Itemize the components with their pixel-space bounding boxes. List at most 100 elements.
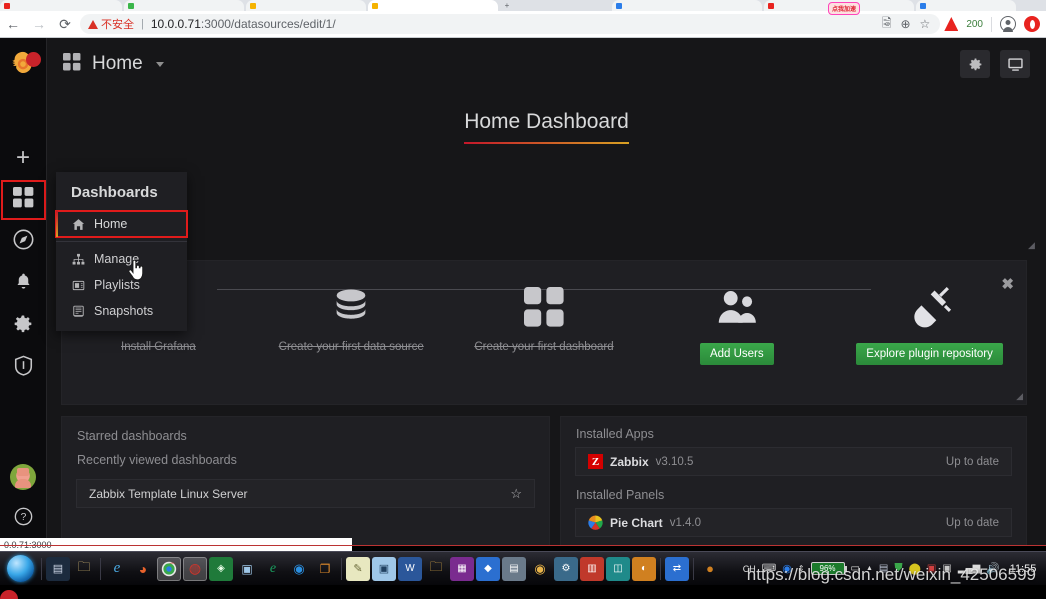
- sidebar-item-create[interactable]: +: [0, 137, 47, 179]
- menu-item-label: Home: [94, 217, 128, 231]
- explore-plugin-repository-button[interactable]: Explore plugin repository: [856, 343, 1003, 365]
- menu-divider: [56, 241, 187, 242]
- warning-triangle-icon: [88, 19, 98, 29]
- promo-bubble[interactable]: 点我加速: [828, 2, 861, 15]
- browser-tabstrip[interactable]: +: [0, 0, 1046, 11]
- step-label: Install Grafana: [121, 341, 196, 353]
- star-icon[interactable]: ☆: [510, 486, 522, 502]
- bookmark-icon[interactable]: ☆: [920, 17, 931, 31]
- chevron-down-icon[interactable]: [155, 61, 164, 67]
- playlist-icon: [71, 279, 85, 292]
- omnibox-divider: |: [141, 18, 144, 30]
- sidebar-item-help[interactable]: ?: [0, 498, 47, 540]
- snapshot-icon: [71, 305, 85, 318]
- browser-tab[interactable]: [246, 0, 366, 11]
- bell-icon: [14, 272, 33, 296]
- tab-favicon-icon: [250, 2, 256, 9]
- dashboard-icon: [523, 279, 564, 335]
- list-item[interactable]: Zabbix Template Linux Server ☆: [76, 479, 535, 508]
- sidebar-item-configuration[interactable]: [0, 305, 47, 347]
- page-title-wrap: Home Dashboard: [47, 110, 1046, 144]
- menu-item-manage[interactable]: Manage: [56, 246, 187, 272]
- getting-started-step[interactable]: Add Users: [640, 279, 833, 365]
- browser-tab-active[interactable]: [368, 0, 498, 11]
- zabbix-logo-icon: Z: [588, 454, 603, 469]
- browser-tab[interactable]: [612, 0, 762, 11]
- users-icon: [715, 279, 759, 335]
- address-bar[interactable]: 不安全 | 10.0.0.71:3000/datasources/edit/1/…: [80, 14, 941, 35]
- tab-favicon-icon: [128, 2, 134, 9]
- sidebar-item-server-admin[interactable]: [0, 347, 47, 389]
- grid-icon: [63, 52, 81, 76]
- dashboard-list-panel: Starred dashboards Recently viewed dashb…: [61, 416, 550, 546]
- add-users-button[interactable]: Add Users: [699, 343, 774, 365]
- browser-tab[interactable]: [916, 0, 1016, 11]
- shield-icon: [14, 355, 33, 381]
- screen-bottom-fill: [0, 585, 1046, 599]
- forward-button[interactable]: →: [26, 11, 52, 37]
- grafana-app: + ? Home Home Dashboard ✖ Install Grafan…: [0, 38, 1046, 546]
- plugin-version: v1.4.0: [669, 516, 702, 529]
- pie-chart-logo-icon: [588, 515, 603, 530]
- security-warning[interactable]: 不安全: [88, 16, 134, 32]
- sitemap-icon: [71, 253, 85, 266]
- sidebar-user-avatar[interactable]: [0, 456, 47, 498]
- dropdown-header: Dashboards: [71, 184, 158, 201]
- highlight-line: [0, 545, 1046, 546]
- opera-menu-icon[interactable]: [1024, 16, 1040, 32]
- back-button[interactable]: ←: [0, 11, 26, 37]
- toolbar-divider: [991, 16, 992, 32]
- panel-resize-handle-top[interactable]: ◢: [1028, 240, 1035, 251]
- menu-item-snapshots[interactable]: Snapshots: [56, 298, 187, 331]
- panel-resize-handle[interactable]: ◢: [1016, 391, 1023, 402]
- browser-tab[interactable]: [124, 0, 244, 11]
- sidebar-item-explore[interactable]: [0, 221, 47, 263]
- getting-started-step[interactable]: Create your first dashboard: [448, 279, 641, 353]
- plugin-icon: [909, 279, 951, 335]
- url-text: 10.0.0.71:3000/datasources/edit/1/: [151, 17, 336, 31]
- plugin-name: Pie Chart: [610, 515, 663, 530]
- menu-item-playlists[interactable]: Playlists: [56, 272, 187, 298]
- plugin-list-panel: Installed Apps Z Zabbix v3.10.5 Up to da…: [560, 416, 1027, 546]
- browser-tab[interactable]: [0, 0, 122, 11]
- mouse-cursor-icon: [128, 259, 144, 285]
- list-item[interactable]: Pie Chart v1.4.0 Up to date: [575, 508, 1012, 537]
- sidebar-item-alerting[interactable]: [0, 263, 47, 305]
- getting-started-step[interactable]: Explore plugin repository: [833, 279, 1026, 365]
- menu-item-home[interactable]: Home: [55, 210, 188, 238]
- dashboards-dropdown-menu: Dashboards Home Manage Playlists Snapsho…: [55, 172, 188, 331]
- tab-favicon-icon: [616, 2, 622, 9]
- kiosk-mode-button[interactable]: [1000, 50, 1030, 78]
- new-tab-button[interactable]: +: [500, 1, 514, 10]
- plugin-status: Up to date: [945, 516, 999, 529]
- url-host: 10.0.0.71: [150, 17, 201, 31]
- zoom-icon[interactable]: ⊕: [900, 17, 910, 31]
- extension-icon[interactable]: [944, 17, 959, 31]
- list-item[interactable]: Z Zabbix v3.10.5 Up to date: [575, 447, 1012, 476]
- extension-count: 200: [966, 18, 983, 30]
- plus-icon: +: [15, 144, 30, 171]
- installed-panels-title: Installed Panels: [576, 488, 665, 502]
- plugin-name: Zabbix: [610, 454, 649, 469]
- plugin-version: v3.10.5: [655, 455, 694, 468]
- watermark-text: https://blog.csdn.net/weixin_42506599: [746, 565, 1036, 584]
- help-circle-icon: ?: [14, 507, 33, 531]
- tab-favicon-icon: [4, 2, 10, 9]
- url-path: :3000/datasources/edit/1/: [200, 17, 336, 31]
- database-icon: [330, 279, 372, 335]
- compass-icon: [13, 229, 34, 255]
- getting-started-step[interactable]: Create your first data source: [255, 279, 448, 353]
- installed-apps-title: Installed Apps: [576, 427, 654, 441]
- breadcrumb[interactable]: Home: [63, 52, 164, 76]
- home-icon: [71, 218, 85, 231]
- page-title: Home Dashboard: [464, 110, 629, 144]
- reload-button[interactable]: ⟳: [52, 11, 78, 37]
- translate-icon[interactable]: 🗟: [882, 14, 892, 35]
- sidebar-item-dashboards[interactable]: [0, 179, 47, 221]
- browser-toolbar: ← → ⟳ 不安全 | 10.0.0.71:3000/datasources/e…: [0, 11, 1046, 38]
- starred-dashboards-title: Starred dashboards: [77, 429, 187, 443]
- dashboard-settings-button[interactable]: [960, 50, 990, 78]
- breadcrumb-label: Home: [92, 53, 143, 74]
- grid-squares-icon: [12, 187, 34, 213]
- profile-avatar[interactable]: [1000, 16, 1016, 32]
